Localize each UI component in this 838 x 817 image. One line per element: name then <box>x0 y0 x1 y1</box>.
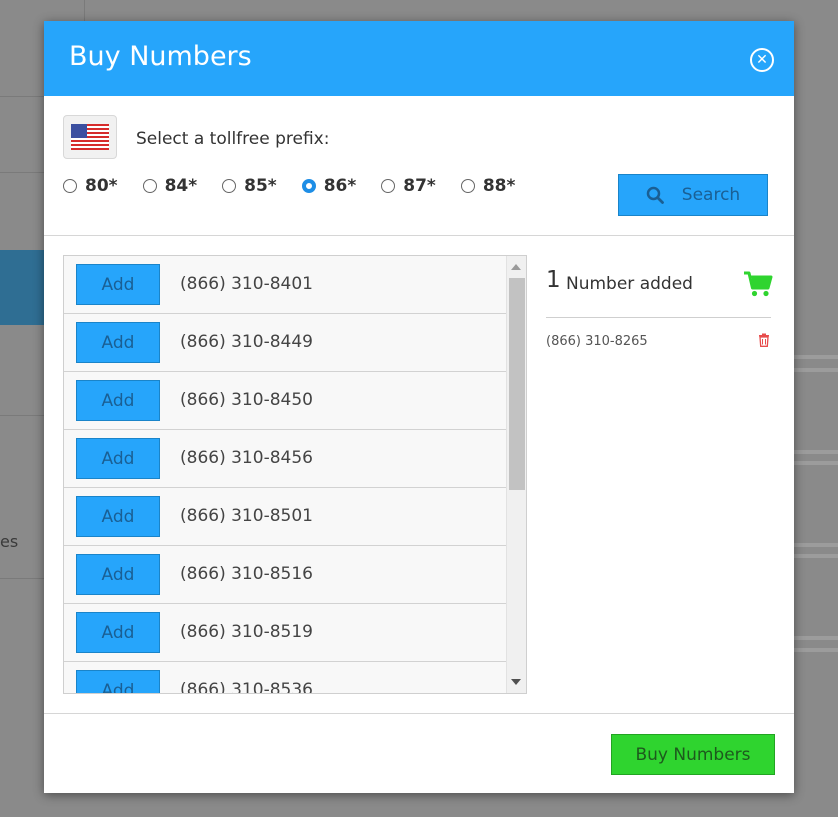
search-label: Search <box>681 185 741 205</box>
bg-bar <box>794 461 838 465</box>
modal-header: Buy Numbers ✕ <box>44 21 794 96</box>
phone-number: (866) 310-8516 <box>180 564 313 584</box>
buy-numbers-button[interactable]: Buy Numbers <box>611 734 775 775</box>
phone-number: (866) 310-8450 <box>180 390 313 410</box>
prefix-radio-84[interactable]: 84* <box>142 176 198 196</box>
bg-bar <box>794 355 838 359</box>
footer-divider <box>44 713 794 714</box>
bg-divider <box>0 172 44 173</box>
list-item: Add (866) 310-8456 <box>64 430 506 488</box>
radio-label: 88* <box>482 176 516 196</box>
radio-label: 87* <box>403 176 436 196</box>
prefix-radio-88[interactable]: 88* <box>460 176 516 196</box>
add-button[interactable]: Add <box>76 612 160 653</box>
radio-circle-icon <box>222 179 237 193</box>
cart-item-number: (866) 310-8265 <box>546 334 648 349</box>
section-divider <box>44 235 794 236</box>
bg-bar <box>794 368 838 372</box>
bg-bar <box>794 554 838 558</box>
bg-bar <box>794 636 838 640</box>
bg-divider <box>84 0 85 21</box>
bg-bar <box>794 648 838 652</box>
bg-partial-text: es <box>0 532 19 551</box>
bg-divider <box>0 96 44 97</box>
radio-circle-icon <box>301 179 316 193</box>
add-button[interactable]: Add <box>76 264 160 305</box>
modal-title: Buy Numbers <box>69 41 252 72</box>
list-item: Add (866) 310-8401 <box>64 256 506 314</box>
radio-circle-icon <box>460 179 475 193</box>
cart-label: Number added <box>566 274 693 294</box>
phone-number: (866) 310-8456 <box>180 448 313 468</box>
add-button[interactable]: Add <box>76 380 160 421</box>
bg-bar <box>794 543 838 547</box>
list-item: Add (866) 310-8536 <box>64 662 506 694</box>
scroll-down-icon[interactable] <box>511 679 521 685</box>
close-button[interactable]: ✕ <box>750 48 774 72</box>
phone-number: (866) 310-8401 <box>180 274 313 294</box>
add-button[interactable]: Add <box>76 496 160 537</box>
cart-count: 1 <box>546 267 561 293</box>
bg-divider <box>0 578 44 579</box>
list-item: Add (866) 310-8519 <box>64 604 506 662</box>
list-scrollbar[interactable] <box>506 256 526 693</box>
phone-number: (866) 310-8449 <box>180 332 313 352</box>
add-button[interactable]: Add <box>76 554 160 595</box>
prefix-label: Select a tollfree prefix: <box>136 129 330 149</box>
radio-circle-icon <box>142 179 157 193</box>
available-numbers-list: Add (866) 310-8401 Add (866) 310-8449 Ad… <box>63 255 527 694</box>
phone-number: (866) 310-8536 <box>180 680 313 694</box>
search-icon <box>646 186 664 204</box>
buy-numbers-modal: Buy Numbers ✕ Select a tollfree prefix: … <box>44 21 794 793</box>
close-icon: ✕ <box>756 52 768 68</box>
prefix-radio-group: 80* 84* 85* 86* 87* 88* <box>63 176 540 196</box>
radio-label: 86* <box>323 176 357 196</box>
phone-number: (866) 310-8501 <box>180 506 313 526</box>
add-button[interactable]: Add <box>76 438 160 479</box>
prefix-radio-85[interactable]: 85* <box>222 176 277 196</box>
prefix-radio-80[interactable]: 80* <box>63 176 118 196</box>
radio-label: 80* <box>85 176 118 196</box>
bg-bar <box>794 450 838 454</box>
scroll-thumb[interactable] <box>509 278 525 490</box>
country-flag-button[interactable] <box>63 115 117 159</box>
bg-divider <box>0 415 44 416</box>
radio-circle-icon <box>381 179 396 193</box>
radio-label: 84* <box>164 176 198 196</box>
list-item: Add (866) 310-8501 <box>64 488 506 546</box>
cart-divider <box>546 317 771 318</box>
list-item: Add (866) 310-8450 <box>64 372 506 430</box>
radio-circle-icon <box>63 179 77 193</box>
add-button[interactable]: Add <box>76 670 160 693</box>
us-flag-icon <box>71 124 109 150</box>
list-item: Add (866) 310-8449 <box>64 314 506 372</box>
trash-icon[interactable] <box>758 332 770 351</box>
prefix-radio-87[interactable]: 87* <box>381 176 436 196</box>
phone-number: (866) 310-8519 <box>180 622 313 642</box>
search-button[interactable]: Search <box>618 174 768 216</box>
radio-label: 85* <box>244 176 277 196</box>
list-item: Add (866) 310-8516 <box>64 546 506 604</box>
bg-active-nav <box>0 250 44 325</box>
scroll-up-icon[interactable] <box>511 264 521 270</box>
prefix-radio-86[interactable]: 86* <box>301 176 357 196</box>
number-rows: Add (866) 310-8401 Add (866) 310-8449 Ad… <box>64 256 506 694</box>
shopping-cart-icon[interactable] <box>743 271 773 302</box>
add-button[interactable]: Add <box>76 322 160 363</box>
